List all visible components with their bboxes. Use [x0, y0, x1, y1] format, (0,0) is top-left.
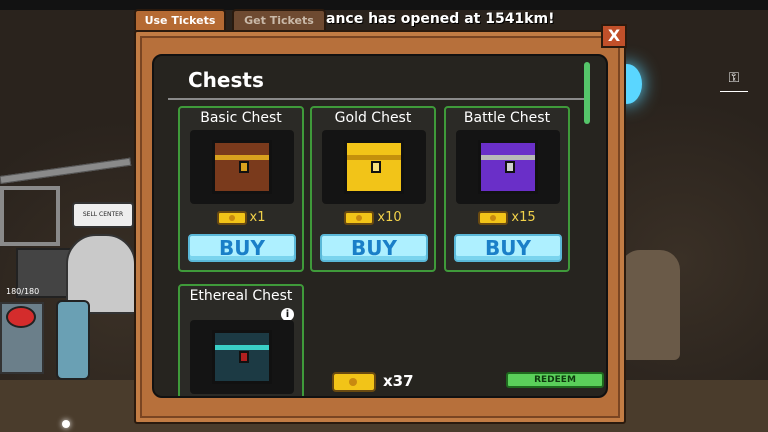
close-button[interactable]: X: [601, 24, 627, 48]
gold-chest-icon: [344, 140, 404, 194]
crane-truss: [0, 186, 60, 246]
chest-name: Gold Chest: [334, 110, 412, 126]
chest-name: Ethereal Chest: [189, 288, 293, 304]
chest-card-basic: Basic Chest x1 BUY: [178, 106, 304, 272]
chest-image-box: [456, 130, 560, 204]
panel-title: Chests: [188, 68, 264, 92]
ticket-icon: [478, 210, 509, 225]
chest-image-box: [190, 130, 294, 204]
ticket-icon: [332, 372, 376, 392]
scrollbar-thumb[interactable]: [584, 62, 590, 124]
chest-image-box: [190, 320, 294, 394]
buy-button-basic[interactable]: BUY: [188, 234, 296, 262]
ethereal-chest-icon: [212, 330, 272, 384]
chest-price: x10: [312, 210, 434, 225]
crane-arm: [0, 157, 132, 184]
battle-chest-icon: [478, 140, 538, 194]
price-value: x10: [377, 210, 402, 225]
key-icon[interactable]: ⚿: [720, 70, 748, 92]
robot-head: [6, 306, 36, 328]
basic-chest-icon: [212, 140, 272, 194]
chest-name: Battle Chest: [463, 110, 551, 126]
announcement-banner: ance has opened at 1541km!: [326, 11, 555, 27]
price-value: x1: [249, 210, 266, 225]
chest-price: x15: [446, 210, 568, 225]
tab-use-tickets[interactable]: Use Tickets: [134, 9, 226, 30]
capsule-machine[interactable]: [56, 300, 90, 380]
hp-readout: 180/180: [6, 287, 40, 296]
chest-card-ethereal: Ethereal Chest i: [178, 284, 304, 396]
light-icon: [62, 420, 70, 428]
chest-card-battle: Battle Chest x15 BUY: [444, 106, 570, 272]
ticket-balance: x37: [383, 372, 414, 390]
sell-center-sign[interactable]: SELL CENTER: [72, 202, 134, 228]
tab-get-tickets[interactable]: Get Tickets: [232, 9, 326, 30]
buy-button-gold[interactable]: BUY: [320, 234, 428, 262]
chest-name: Basic Chest: [200, 110, 282, 126]
chests-panel: Chests Basic Chest x1 BUY Gold Chest x10…: [152, 54, 608, 398]
drill-machine: [620, 250, 680, 360]
ticket-icon: [216, 210, 247, 225]
chest-image-box: [322, 130, 426, 204]
title-divider: [168, 98, 584, 100]
ticket-icon: [344, 210, 375, 225]
top-strip: [0, 0, 768, 10]
buy-button-battle[interactable]: BUY: [454, 234, 562, 262]
chest-price: x1: [180, 210, 302, 225]
redeem-button[interactable]: REDEEM: [506, 372, 604, 388]
price-value: x15: [511, 210, 536, 225]
chest-card-gold: Gold Chest x10 BUY: [310, 106, 436, 272]
